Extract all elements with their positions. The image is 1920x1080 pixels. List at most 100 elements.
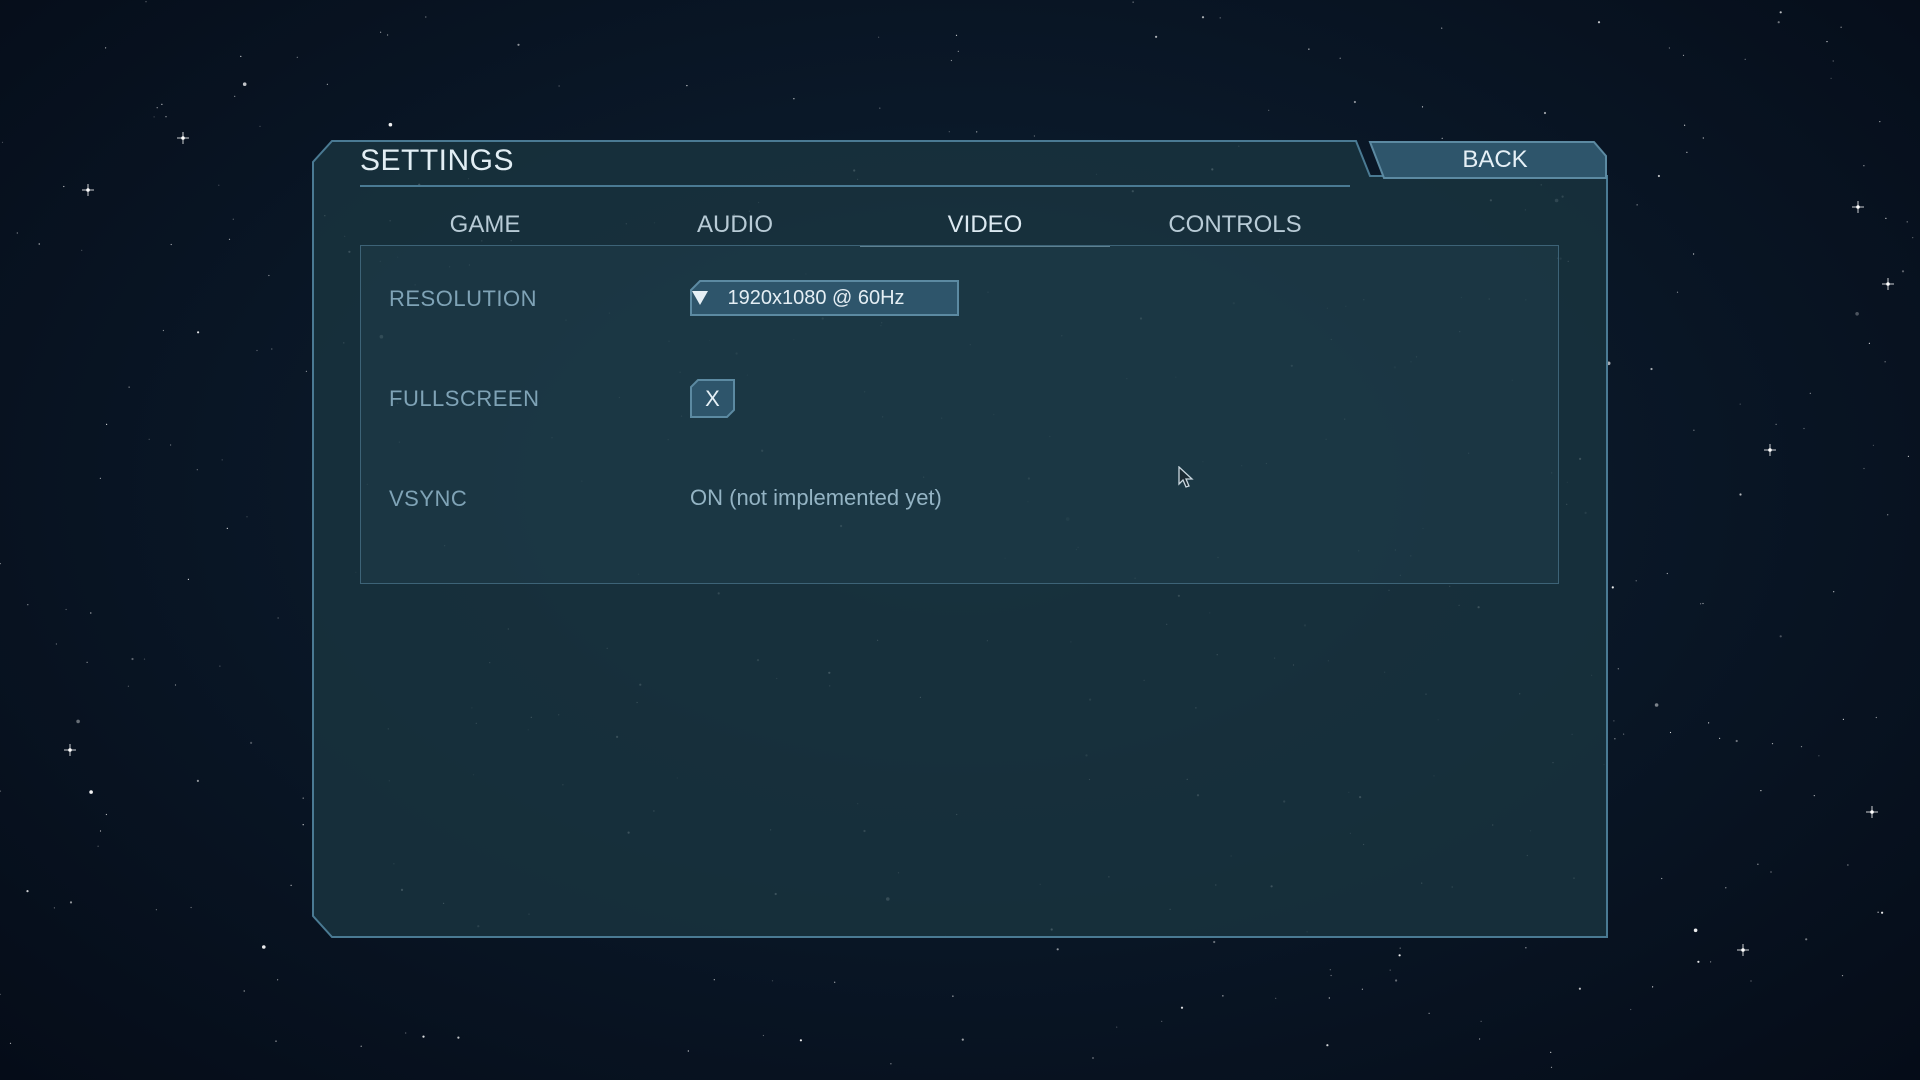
star: [834, 981, 836, 983]
star: [296, 56, 298, 58]
star: [360, 1045, 362, 1047]
star: [1550, 1066, 1553, 1068]
star: [1818, 755, 1820, 757]
star: [1912, 237, 1914, 239]
star: [105, 47, 107, 49]
star: [1710, 961, 1712, 963]
star: [97, 845, 99, 847]
star: [174, 684, 177, 686]
tab-video[interactable]: VIDEO: [860, 203, 1110, 247]
star: [1693, 253, 1695, 255]
star: [218, 184, 220, 186]
star: [1578, 987, 1581, 990]
star: [1480, 1020, 1482, 1023]
star: [1809, 392, 1811, 394]
tab-audio[interactable]: AUDIO: [610, 203, 860, 247]
star: [890, 1063, 892, 1065]
star: [1329, 969, 1331, 971]
star: [302, 824, 304, 826]
star: [1855, 312, 1859, 316]
star: [948, 131, 950, 133]
tab-game[interactable]: GAME: [360, 203, 610, 247]
star: [99, 830, 102, 832]
star: [405, 1032, 407, 1034]
back-button[interactable]: BACK: [1368, 140, 1608, 180]
star: [799, 1039, 803, 1042]
star: [1657, 174, 1660, 178]
star: [69, 901, 73, 904]
bright-star: [64, 744, 76, 756]
star: [1161, 1020, 1163, 1023]
star: [380, 31, 382, 33]
bright-star: [177, 132, 189, 144]
star: [1739, 403, 1741, 405]
star: [165, 116, 167, 118]
star: [1441, 27, 1443, 29]
star: [1863, 467, 1865, 470]
star: [387, 34, 389, 36]
star: [1757, 863, 1759, 865]
star: [1879, 121, 1881, 123]
star: [0, 563, 1, 565]
star: [1744, 58, 1746, 60]
star: [1803, 427, 1805, 430]
settings-tabs: GAME AUDIO VIDEO CONTROLS: [360, 203, 1360, 247]
star: [268, 274, 270, 277]
star: [1033, 135, 1035, 137]
star: [81, 249, 83, 251]
star: [1275, 997, 1277, 999]
star: [1543, 111, 1547, 115]
star: [1330, 974, 1332, 977]
star: [271, 348, 273, 350]
star: [1361, 988, 1363, 990]
resolution-dropdown[interactable]: 1920x1080 @ 60Hz: [690, 280, 959, 316]
star: [1868, 342, 1870, 344]
star: [1219, 17, 1221, 19]
star: [1779, 635, 1782, 638]
star: [240, 55, 242, 58]
star: [55, 643, 58, 645]
star: [1725, 887, 1727, 889]
star: [153, 116, 155, 118]
star: [1201, 16, 1205, 19]
star: [1180, 1006, 1184, 1009]
star: [1906, 221, 1908, 223]
star: [275, 1040, 277, 1042]
star: [1395, 979, 1398, 982]
star: [1479, 1038, 1481, 1040]
star: [1760, 790, 1762, 792]
star: [1833, 591, 1835, 593]
star: [1841, 975, 1844, 977]
star: [148, 438, 150, 440]
star: [957, 50, 959, 53]
star: [1328, 997, 1330, 999]
star: [1832, 60, 1834, 62]
star: [1421, 106, 1424, 108]
fullscreen-checkbox[interactable]: X: [690, 379, 735, 418]
star: [1872, 444, 1874, 446]
star: [1877, 911, 1879, 913]
tab-controls[interactable]: CONTROLS: [1110, 203, 1360, 247]
star: [234, 95, 236, 97]
star: [1428, 1012, 1430, 1014]
star: [1623, 733, 1625, 735]
star: [1884, 361, 1886, 363]
star: [1881, 911, 1884, 914]
star: [422, 1035, 425, 1038]
star: [1353, 100, 1356, 104]
star: [1693, 928, 1698, 933]
star: [1697, 960, 1700, 963]
star: [161, 103, 163, 105]
star: [1863, 165, 1865, 167]
star: [1719, 737, 1721, 740]
star: [388, 122, 393, 127]
star: [305, 370, 307, 372]
star: [170, 243, 172, 246]
star: [262, 945, 266, 949]
star: [793, 98, 795, 100]
star: [242, 82, 247, 86]
star: [228, 238, 231, 240]
star: [1550, 1051, 1552, 1053]
star: [457, 1036, 460, 1039]
star: [27, 604, 29, 606]
